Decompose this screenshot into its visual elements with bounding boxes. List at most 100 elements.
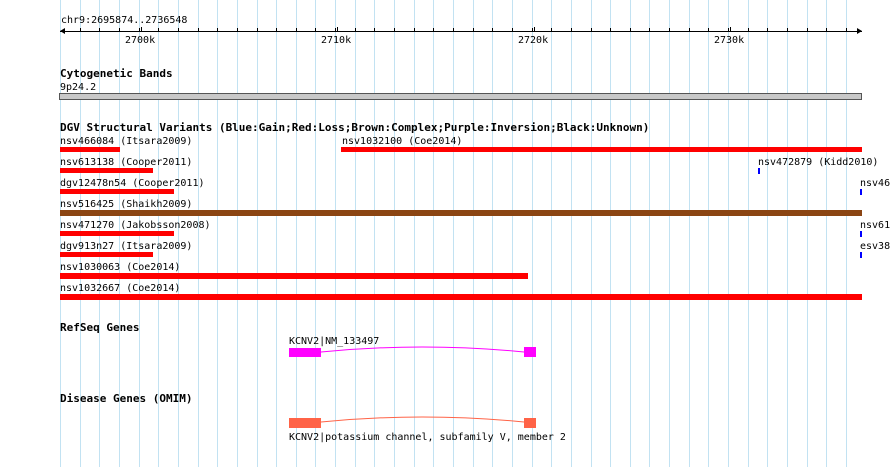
refseq-exon-1[interactable]	[289, 348, 321, 357]
ruler-minor-tick	[492, 28, 493, 32]
ruler-minor-tick	[394, 28, 395, 32]
track-title-omim[interactable]: Disease Genes (OMIM)	[60, 393, 192, 405]
ruler-left-arrow-icon	[60, 28, 65, 34]
cytoband-label: 9p24.2	[60, 82, 97, 93]
grid-line	[257, 0, 258, 467]
ruler-minor-tick	[532, 28, 533, 32]
ruler-major-tick	[534, 27, 535, 32]
ruler-minor-tick	[787, 28, 788, 32]
ruler-label-2720k: 2720k	[518, 35, 549, 46]
refseq-exon-2[interactable]	[524, 347, 536, 357]
variant-nsv46[interactable]	[860, 189, 862, 195]
ruler-minor-tick	[610, 28, 611, 32]
ruler-minor-tick	[119, 28, 120, 32]
locus-label: chr9:2695874..2736548	[61, 15, 188, 26]
variant-nsv1032100[interactable]	[341, 147, 862, 152]
grid-line	[453, 0, 454, 467]
variant-nsv61[interactable]	[860, 231, 862, 237]
grid-line	[217, 0, 218, 467]
grid-line	[237, 0, 238, 467]
ruler-minor-tick	[335, 28, 336, 32]
variant-esv38[interactable]	[860, 252, 862, 258]
refseq-intron-line	[320, 346, 525, 353]
ruler-minor-tick	[551, 28, 552, 32]
variant-nsv471270[interactable]	[60, 231, 174, 236]
variant-nsv472879[interactable]	[758, 168, 760, 174]
ruler-minor-tick	[217, 28, 218, 32]
ruler-minor-tick	[139, 28, 140, 32]
grid-line	[296, 0, 297, 467]
grid-line	[591, 0, 592, 467]
ruler-minor-tick	[296, 28, 297, 32]
variant-label: esv38	[860, 241, 890, 252]
ruler-minor-tick	[689, 28, 690, 32]
grid-line	[571, 0, 572, 467]
ruler-minor-tick	[728, 28, 729, 32]
ruler-minor-tick	[355, 28, 356, 32]
grid-line	[355, 0, 356, 467]
ruler-minor-tick	[630, 28, 631, 32]
variant-nsv1030063[interactable]	[60, 273, 528, 279]
variant-label: nsv46	[860, 178, 890, 189]
variant-label: dgv913n27 (Itsara2009)	[60, 241, 193, 252]
ruler-minor-tick	[237, 28, 238, 32]
ruler-right-arrow-icon	[857, 28, 862, 34]
variant-label: nsv1032667 (Coe2014)	[60, 283, 181, 294]
ruler-minor-tick	[453, 28, 454, 32]
genome-browser-panel: chr9:2695874..2736548 2700k 2710k 2720k …	[0, 0, 890, 467]
variant-label: nsv516425 (Shaikh2009)	[60, 199, 193, 210]
grid-line	[374, 0, 375, 467]
ruler-minor-tick	[473, 28, 474, 32]
variant-nsv1032667[interactable]	[60, 294, 862, 300]
grid-line	[276, 0, 277, 467]
ruler-minor-tick	[649, 28, 650, 32]
grid-line	[689, 0, 690, 467]
variant-label: nsv1032100 (Coe2014)	[342, 136, 463, 147]
ruler-minor-tick	[591, 28, 592, 32]
grid-line	[532, 0, 533, 467]
ruler-minor-tick	[748, 28, 749, 32]
gene-label-omim: KCNV2|potassium channel, subfamily V, me…	[289, 432, 566, 443]
track-title-cytogenetic[interactable]: Cytogenetic Bands	[60, 68, 173, 80]
ruler-minor-tick	[374, 28, 375, 32]
grid-line	[414, 0, 415, 467]
omim-exon-1[interactable]	[289, 418, 321, 428]
variant-label: nsv61	[860, 220, 890, 231]
grid-line	[748, 0, 749, 467]
variant-dgv913n27[interactable]	[60, 252, 153, 257]
ruler-minor-tick	[669, 28, 670, 32]
ruler-minor-tick	[826, 28, 827, 32]
ruler-minor-tick	[257, 28, 258, 32]
ruler-minor-tick	[158, 28, 159, 32]
ruler-major-tick	[337, 27, 338, 32]
variant-dgv12478n54[interactable]	[60, 189, 174, 194]
omim-intron-line	[320, 416, 525, 423]
ruler-minor-tick	[708, 28, 709, 32]
grid-line	[551, 0, 552, 467]
ruler-major-tick	[141, 27, 142, 32]
ruler-major-tick	[730, 27, 731, 32]
ruler-minor-tick	[198, 28, 199, 32]
cytoband-9p24-2[interactable]	[59, 93, 862, 100]
variant-label: nsv1030063 (Coe2014)	[60, 262, 181, 273]
ruler-minor-tick	[512, 28, 513, 32]
grid-line	[394, 0, 395, 467]
grid-line	[512, 0, 513, 467]
grid-line	[826, 0, 827, 467]
ruler-minor-tick	[99, 28, 100, 32]
grid-line	[315, 0, 316, 467]
ruler-minor-tick	[571, 28, 572, 32]
ruler-minor-tick	[276, 28, 277, 32]
variant-nsv613138[interactable]	[60, 168, 153, 173]
variant-nsv516425[interactable]	[60, 210, 862, 216]
grid-line	[335, 0, 336, 467]
track-title-refseq[interactable]: RefSeq Genes	[60, 322, 139, 334]
variant-nsv466084[interactable]	[60, 147, 120, 152]
grid-line	[433, 0, 434, 467]
track-title-dgv[interactable]: DGV Structural Variants (Blue:Gain;Red:L…	[60, 122, 649, 134]
variant-label: nsv613138 (Cooper2011)	[60, 157, 193, 168]
variant-label: nsv466084 (Itsara2009)	[60, 136, 193, 147]
grid-line	[630, 0, 631, 467]
omim-exon-2[interactable]	[524, 418, 536, 428]
ruler-label-2710k: 2710k	[321, 35, 352, 46]
